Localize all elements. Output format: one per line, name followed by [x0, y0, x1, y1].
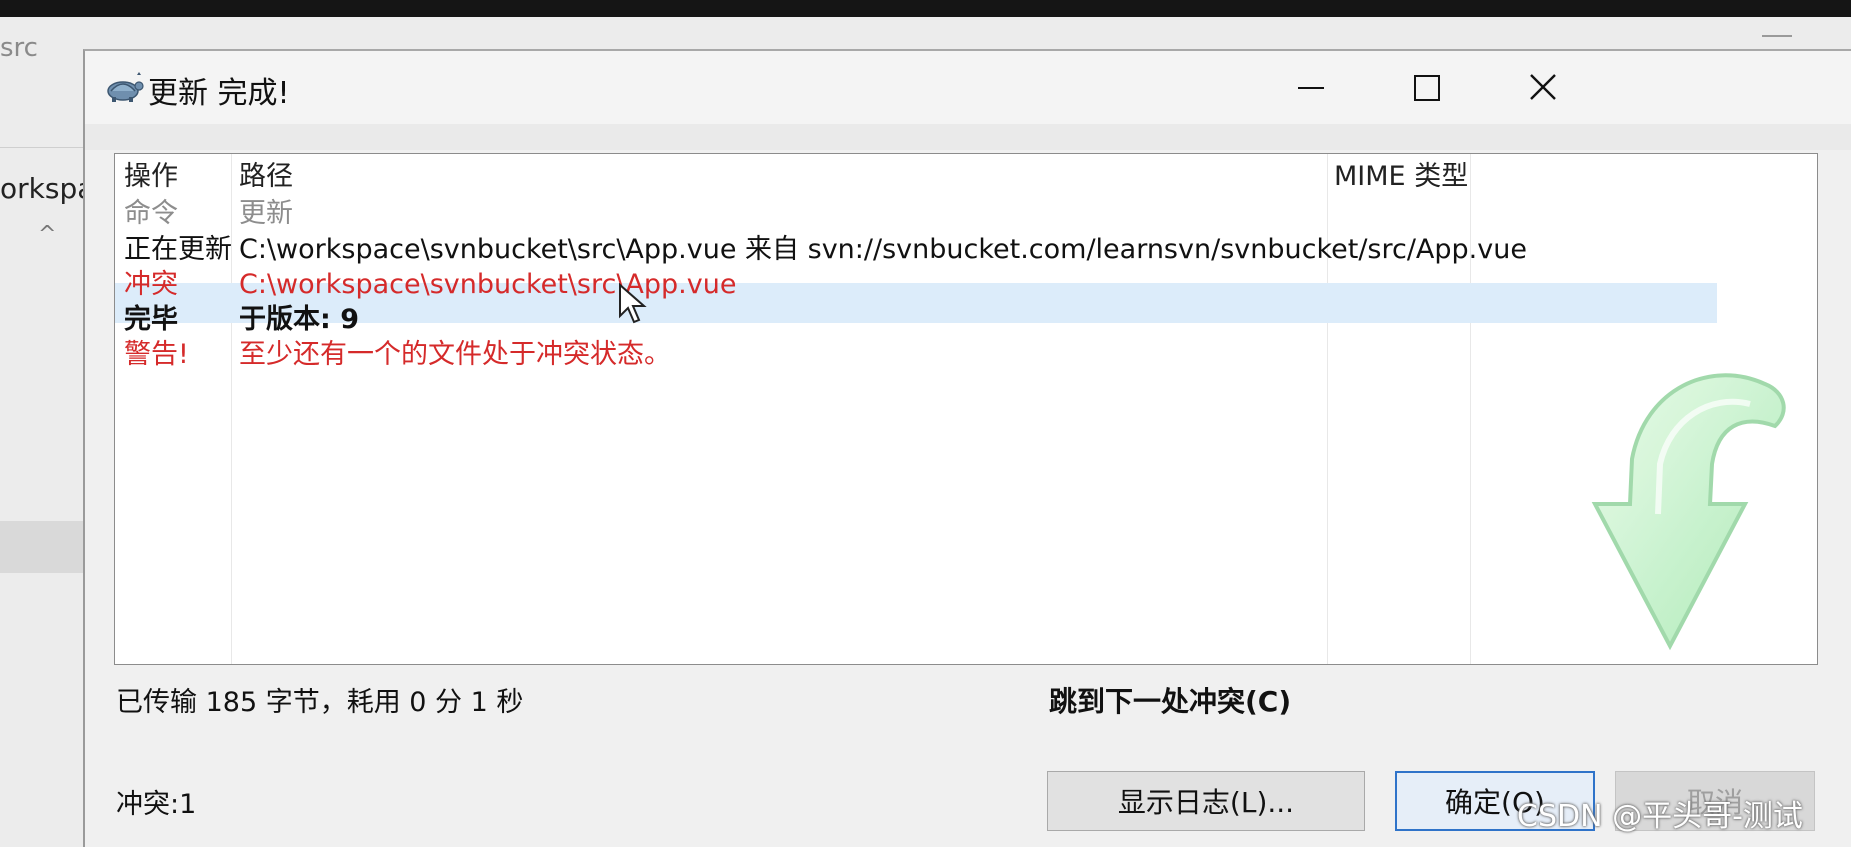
- update-finished-dialog: 更新 完成! 操作 路径 MIME 类型 命令 更新 正在更新 C:\works…: [83, 49, 1851, 847]
- update-arrow-icon: [1591, 373, 1786, 651]
- dialog-title: 更新 完成!: [148, 76, 290, 111]
- column-header-mime-type[interactable]: MIME 类型: [1334, 158, 1468, 196]
- row-action[interactable]: 完毕: [124, 301, 178, 339]
- background-minimize-icon[interactable]: [1762, 35, 1792, 37]
- transfer-status: 已传输 185 字节，耗用 0 分 1 秒: [116, 687, 524, 718]
- next-conflict-link[interactable]: 跳到下一处冲突(C): [1049, 680, 1291, 720]
- column-header-path[interactable]: 路径: [239, 158, 293, 196]
- close-button[interactable]: [1503, 57, 1583, 117]
- update-results-list[interactable]: 操作 路径 MIME 类型 命令 更新 正在更新 C:\workspace\sv…: [114, 153, 1818, 665]
- screen-top-bar: [0, 0, 1851, 17]
- background-selected-item[interactable]: [0, 521, 84, 573]
- row-action[interactable]: 命令: [124, 195, 178, 233]
- row-path[interactable]: 更新: [239, 195, 293, 233]
- background-divider: [0, 147, 84, 148]
- row-path[interactable]: 于版本: 9: [239, 301, 359, 339]
- row-action[interactable]: 正在更新: [124, 231, 232, 269]
- maximize-icon: [1414, 75, 1440, 101]
- close-icon: [1530, 74, 1556, 100]
- row-path-warning[interactable]: 至少还有一个的文件处于冲突状态。: [239, 336, 671, 374]
- dialog-title-bar[interactable]: 更新 完成!: [85, 51, 1851, 124]
- title-bar-separator: [85, 124, 1851, 150]
- conflict-count: 冲突:1: [116, 789, 197, 820]
- minimize-icon: [1298, 87, 1324, 89]
- watermark: CSDN @平头哥-测试: [1517, 799, 1803, 834]
- mouse-cursor-icon: [619, 282, 647, 324]
- row-action-warning[interactable]: 警告!: [124, 336, 189, 374]
- row-path-conflict[interactable]: C:\workspace\svnbucket\src\App.vue: [239, 266, 736, 304]
- column-header-action[interactable]: 操作: [124, 158, 178, 196]
- minimize-button[interactable]: [1270, 57, 1350, 117]
- background-window-title: src: [0, 33, 38, 63]
- show-log-button[interactable]: 显示日志(L)...: [1047, 771, 1365, 831]
- maximize-button[interactable]: [1387, 57, 1467, 117]
- row-action-conflict[interactable]: 冲突: [124, 266, 178, 304]
- tortoisesvn-icon: [107, 72, 144, 102]
- row-path[interactable]: C:\workspace\svnbucket\src\App.vue 来自 sv…: [239, 231, 1527, 269]
- background-path-fragment: orkspa: [0, 172, 95, 205]
- chevron-up-icon[interactable]: ^: [38, 222, 56, 247]
